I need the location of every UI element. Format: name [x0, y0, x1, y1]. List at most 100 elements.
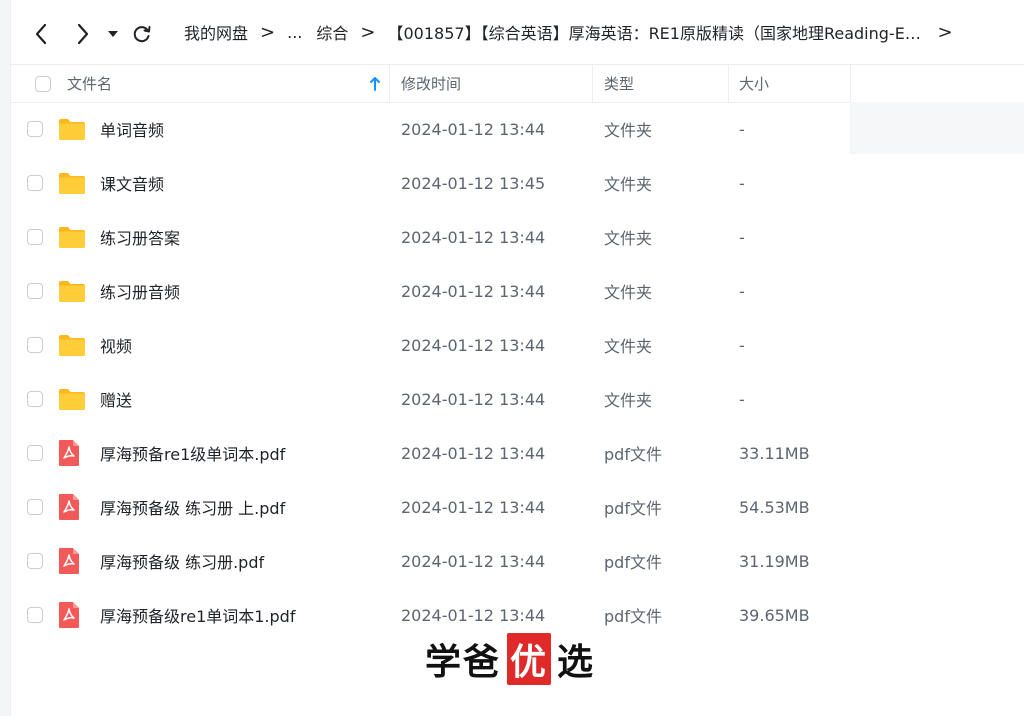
row-checkbox[interactable] — [27, 337, 43, 353]
refresh-button[interactable] — [130, 20, 154, 48]
row-checkbox[interactable] — [27, 121, 43, 137]
history-dropdown-button[interactable] — [106, 24, 120, 44]
table-row[interactable]: 赠送 2024-01-12 13:44 文件夹 - — [10, 372, 1024, 426]
watermark: 学爸 优 选 — [425, 633, 595, 685]
select-all-checkbox[interactable] — [35, 75, 51, 92]
file-type: 文件夹 — [604, 337, 653, 356]
breadcrumb-separator: > — [360, 21, 376, 43]
row-checkbox[interactable] — [27, 175, 43, 191]
row-select-cell — [27, 534, 43, 588]
file-name[interactable]: 单词音频 — [100, 102, 164, 156]
header-name[interactable]: 文件名 — [67, 65, 112, 102]
file-name[interactable]: 课文音频 — [100, 156, 164, 210]
forward-button[interactable] — [72, 20, 94, 48]
header-size[interactable]: 大小 — [739, 65, 769, 102]
toolbar: 我的网盘 > ... 综合 > 【001857】【综合英语】厚海英语：RE1原版… — [10, 0, 1024, 64]
file-name[interactable]: 厚海预备级re1单词本1.pdf — [100, 588, 295, 642]
file-modified: 2024-01-12 13:44 — [401, 389, 546, 409]
file-type: 文件夹 — [604, 283, 653, 302]
table-header: 文件名 修改时间 类型 大小 — [10, 64, 1024, 103]
column-divider[interactable] — [728, 65, 729, 102]
folder-icon — [59, 389, 85, 410]
table-row[interactable]: 单词音频 2024-01-12 13:44 文件夹 - — [10, 102, 1024, 156]
row-checkbox[interactable] — [27, 283, 43, 299]
column-divider[interactable] — [592, 65, 593, 102]
breadcrumb-parent[interactable]: 综合 — [316, 20, 348, 44]
file-type: 文件夹 — [604, 175, 653, 194]
header-type[interactable]: 类型 — [604, 65, 634, 102]
watermark-seal: 优 — [507, 633, 552, 685]
table-row[interactable]: 视频 2024-01-12 13:44 文件夹 - — [10, 318, 1024, 372]
row-select-cell — [27, 156, 43, 210]
row-checkbox[interactable] — [27, 391, 43, 407]
row-select-cell — [27, 480, 43, 534]
file-size: 33.11MB — [739, 443, 810, 463]
breadcrumb-ellipsis[interactable]: ... — [287, 23, 302, 42]
header-modified[interactable]: 修改时间 — [401, 65, 461, 102]
file-modified: 2024-01-12 13:45 — [401, 173, 546, 193]
file-type: 文件夹 — [604, 391, 653, 410]
breadcrumb-current: 【001857】【综合英语】厚海英语：RE1原版精读（国家地理Reading-E… — [387, 24, 926, 43]
file-type: pdf文件 — [604, 553, 662, 572]
file-size: 31.19MB — [739, 551, 810, 571]
row-checkbox[interactable] — [27, 607, 43, 623]
pdf-icon — [59, 494, 79, 520]
file-type: 文件夹 — [604, 121, 653, 140]
file-icon-cell — [58, 156, 86, 210]
table-row[interactable]: 练习册音频 2024-01-12 13:44 文件夹 - — [10, 264, 1024, 318]
row-select-cell — [27, 210, 43, 264]
table-row[interactable]: 课文音频 2024-01-12 13:45 文件夹 - — [10, 156, 1024, 210]
row-select-cell — [27, 588, 43, 642]
file-modified: 2024-01-12 13:44 — [401, 119, 546, 139]
back-button[interactable] — [30, 20, 52, 48]
row-checkbox[interactable] — [27, 229, 43, 245]
chevron-right-icon — [77, 23, 89, 45]
file-name[interactable]: 厚海预备级 练习册.pdf — [100, 534, 264, 588]
column-divider[interactable] — [850, 65, 851, 102]
file-icon-cell — [58, 318, 86, 372]
file-size: 54.53MB — [739, 497, 810, 517]
sort-asc-button[interactable] — [370, 65, 380, 102]
table-row[interactable]: 厚海预备级 练习册 上.pdf 2024-01-12 13:44 pdf文件 54.5… — [10, 480, 1024, 534]
row-select-cell — [27, 426, 43, 480]
chevron-left-icon — [35, 23, 47, 45]
column-divider[interactable] — [389, 65, 390, 102]
file-size: - — [739, 389, 745, 409]
file-name[interactable]: 练习册音频 — [100, 264, 180, 318]
table-row[interactable]: 厚海预备re1级单词本.pdf 2024-01-12 13:44 pdf文件 33.1… — [10, 426, 1024, 480]
pdf-icon — [59, 548, 79, 574]
row-select-cell — [27, 372, 43, 426]
file-size: - — [739, 335, 745, 355]
file-type: pdf文件 — [604, 445, 662, 464]
file-name[interactable]: 视频 — [100, 318, 132, 372]
file-modified: 2024-01-12 13:44 — [401, 335, 546, 355]
file-icon-cell — [58, 210, 86, 264]
file-name[interactable]: 赠送 — [100, 372, 132, 426]
watermark-text: 学爸 — [425, 642, 502, 683]
breadcrumb-more-button[interactable]: > — [937, 22, 952, 43]
row-select-cell — [27, 318, 43, 372]
row-checkbox[interactable] — [27, 553, 43, 569]
file-icon-cell — [58, 372, 86, 426]
row-checkbox[interactable] — [27, 445, 43, 461]
breadcrumb-root[interactable]: 我的网盘 — [184, 20, 248, 44]
folder-icon — [59, 281, 85, 302]
select-all-cell — [35, 65, 51, 102]
file-name[interactable]: 厚海预备re1级单词本.pdf — [100, 426, 285, 480]
table-row[interactable]: 厚海预备级 练习册.pdf 2024-01-12 13:44 pdf文件 31.19M… — [10, 534, 1024, 588]
file-icon-cell — [58, 426, 80, 480]
row-checkbox[interactable] — [27, 499, 43, 515]
row-select-cell — [27, 264, 43, 318]
file-type: 文件夹 — [604, 229, 653, 248]
file-size: - — [739, 119, 745, 139]
folder-icon — [59, 227, 85, 248]
table-row[interactable]: 练习册答案 2024-01-12 13:44 文件夹 - — [10, 210, 1024, 264]
row-select-cell — [27, 102, 43, 156]
pdf-icon — [59, 440, 79, 466]
file-name[interactable]: 练习册答案 — [100, 210, 180, 264]
file-icon-cell — [58, 588, 80, 642]
pdf-icon — [59, 602, 79, 628]
file-size: - — [739, 227, 745, 247]
file-name[interactable]: 厚海预备级 练习册 上.pdf — [100, 480, 285, 534]
file-icon-cell — [58, 534, 80, 588]
